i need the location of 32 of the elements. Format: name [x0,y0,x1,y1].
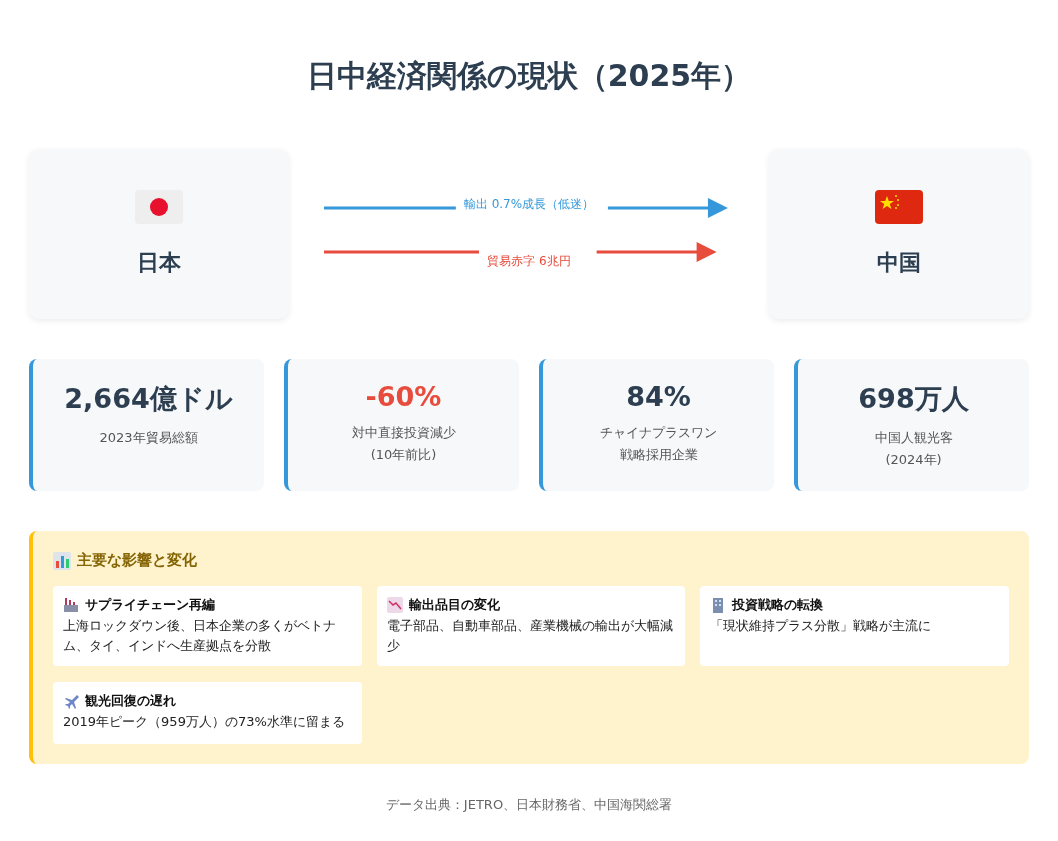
impact-title: 投資戦略の転換 [732,596,824,614]
country-name: 中国 [877,249,921,277]
flow-label: 輸出 0.7%成長（低迷） [462,196,596,213]
stat-label: 戦略採用企業 [619,446,698,464]
page-title: 日中経済関係の現状（2025年） [306,57,752,95]
stat-value: 698万人 [858,382,969,416]
impact-title: 輸出品目の変化 [408,596,500,614]
source-note: データ出典：JETRO、日本財務省、中国海関総署 [385,796,673,814]
stat-label: (2024年) [885,451,942,469]
impact-text: 電子部品、自動車部品、産業機械の輸出が大幅減少 [386,617,674,655]
stat-label: (10年前比) [370,446,437,464]
country-name: 日本 [137,249,181,277]
stat-value: 2,664億ドル [64,382,233,416]
stat-value: -60% [365,381,442,412]
impact-text: 2019年ピーク（959万人）の73%水準に留まる [63,713,346,731]
impact-title: サプライチェーン再編 [85,596,215,614]
factory-icon [63,597,79,613]
impact-title: 観光回復の遅れ [85,692,176,710]
stat-label: 2023年貿易総額 [99,429,198,447]
stat-label: 中国人観光客 [874,429,953,447]
bar-chart-icon [53,551,71,570]
falling-chart-icon [386,597,403,613]
impact-text: 上海ロックダウン後、日本企業の多くがベトナム、タイ、インドへ生産拠点を分散 [63,617,337,655]
impact-heading: 主要な影響と変化 [77,551,197,570]
japan-flag-icon [135,190,183,224]
stat-label: チャイナプラスワン [600,424,717,442]
impact-text: 「現状維持プラス分散」戦略が主流に [710,617,933,635]
china-flag-icon [875,190,923,224]
stat-value: 84% [626,381,691,412]
airplane-icon [63,693,79,709]
stat-label: 対中直接投資減少 [351,424,456,442]
flow-label: 貿易赤字 6兆円 [486,253,572,270]
